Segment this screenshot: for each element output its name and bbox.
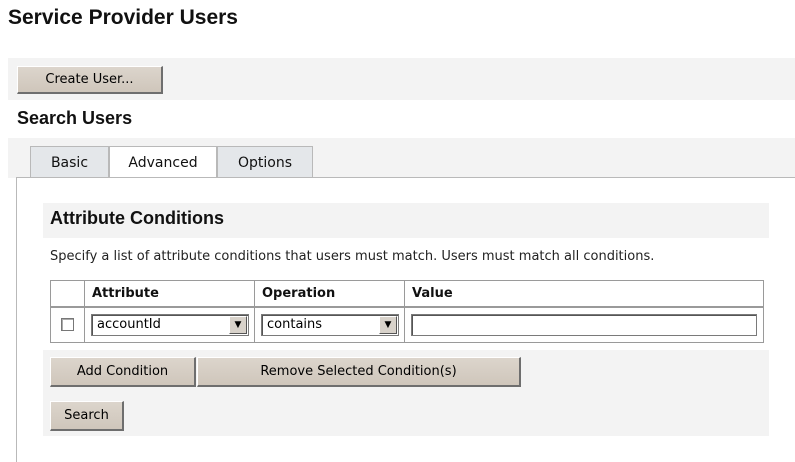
chevron-down-icon[interactable]: ▼ <box>379 315 397 334</box>
attribute-select-value: accountId <box>97 317 161 333</box>
attribute-select[interactable]: accountId ▼ <box>91 313 249 336</box>
select-column-header <box>50 280 85 308</box>
search-button[interactable]: Search <box>50 401 124 431</box>
select-cell <box>50 306 85 343</box>
attribute-column-header: Attribute <box>84 280 255 308</box>
tab-basic[interactable]: Basic <box>30 146 109 178</box>
conditions-table: Attribute Operation Value accountId ▼ co… <box>50 280 764 343</box>
value-cell <box>404 306 764 343</box>
operation-select[interactable]: contains ▼ <box>261 313 399 336</box>
value-column-header: Value <box>404 280 764 308</box>
table-header-row: Attribute Operation Value <box>50 280 764 308</box>
attribute-cell: accountId ▼ <box>84 306 255 343</box>
condition-select-checkbox[interactable] <box>61 318 74 332</box>
create-user-button[interactable]: Create User... <box>17 66 163 94</box>
value-input[interactable] <box>411 313 757 336</box>
operation-select-value: contains <box>267 317 323 333</box>
page-title: Service Provider Users <box>8 6 238 29</box>
remove-selected-conditions-button[interactable]: Remove Selected Condition(s) <box>197 357 521 387</box>
table-row: accountId ▼ contains ▼ <box>50 306 764 343</box>
search-users-title: Search Users <box>17 108 133 128</box>
chevron-down-icon[interactable]: ▼ <box>229 315 247 334</box>
attribute-conditions-heading: Attribute Conditions <box>50 208 224 228</box>
operation-column-header: Operation <box>254 280 405 308</box>
add-condition-button[interactable]: Add Condition <box>50 357 196 387</box>
operation-cell: contains ▼ <box>254 306 405 343</box>
search-button-bar <box>43 396 769 436</box>
tab-options[interactable]: Options <box>217 146 313 178</box>
instructions-text: Specify a list of attribute conditions t… <box>50 249 655 264</box>
tab-advanced[interactable]: Advanced <box>109 146 217 179</box>
